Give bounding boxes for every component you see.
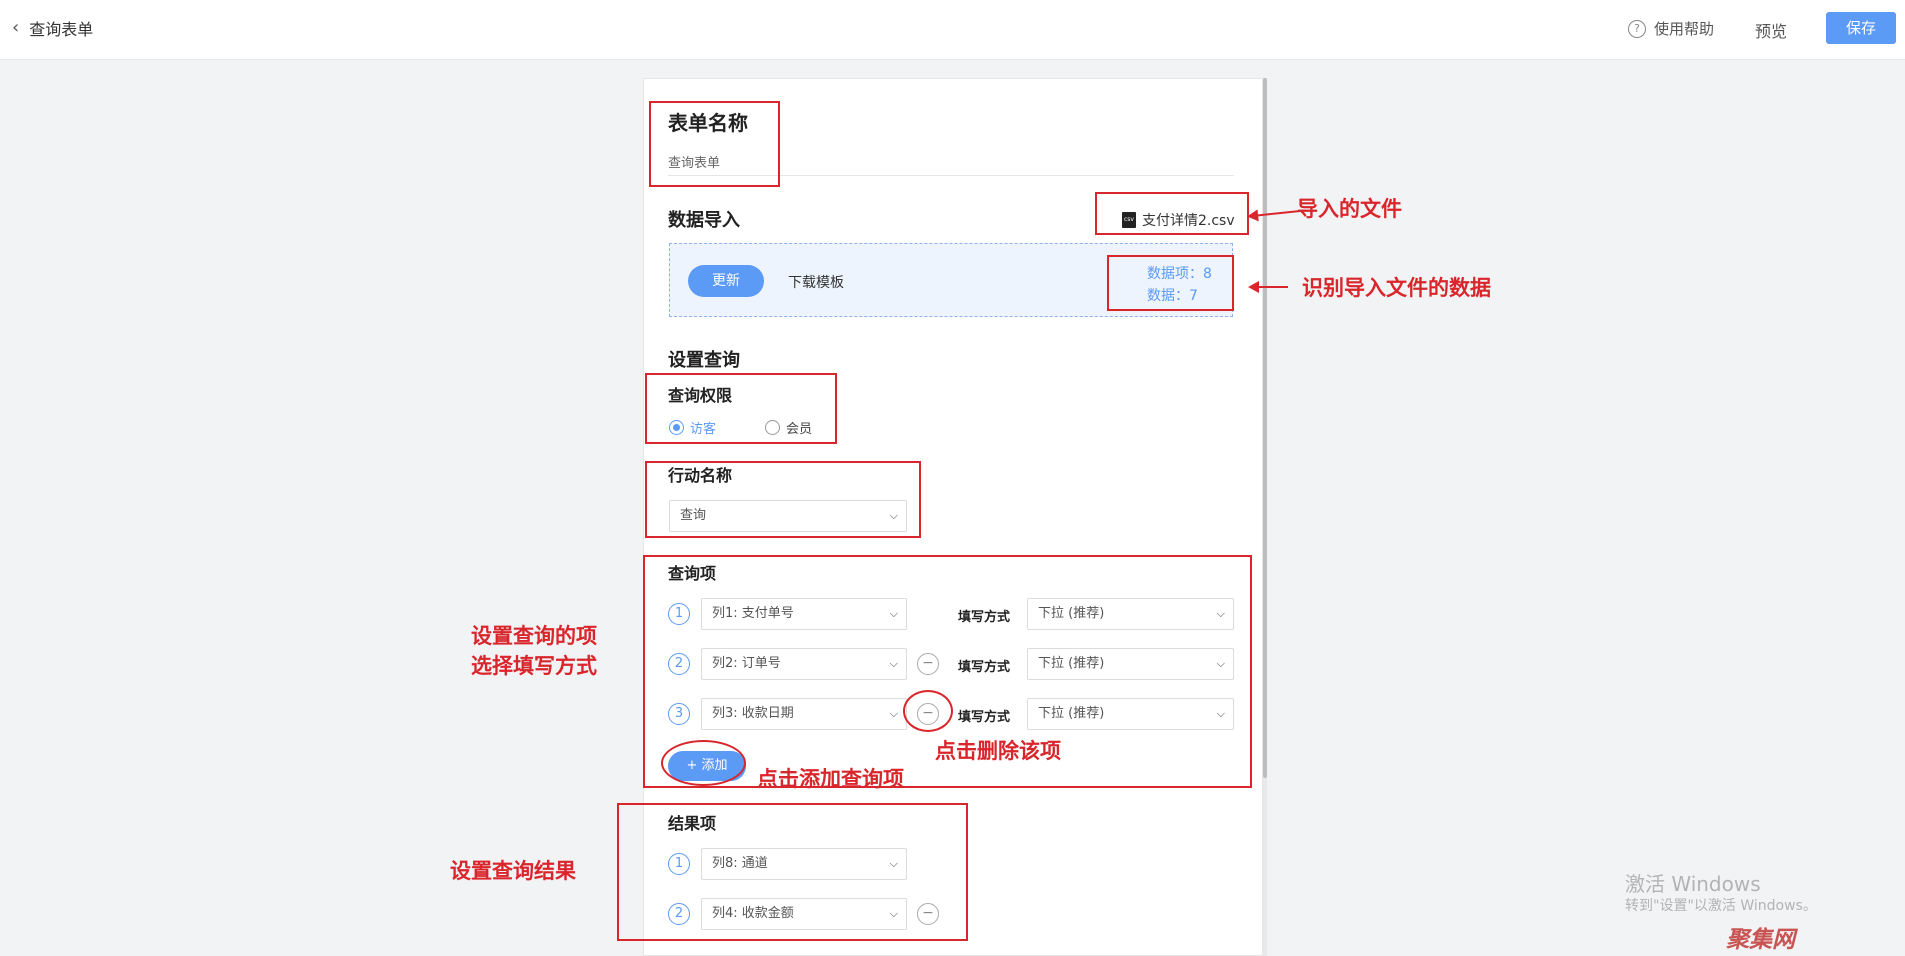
help-label: 使用帮助 [1654,20,1715,38]
annotation-add-item: 点击添加查询项 [757,766,904,791]
annotation-circle [661,740,746,786]
chevron-left-icon: ‹ [12,17,20,38]
annotation-box [1095,192,1249,235]
preview-button[interactable]: 预览 [1755,18,1787,42]
annotation-set-result: 设置查询结果 [450,858,576,883]
help-link[interactable]: ? 使用帮助 [1628,18,1714,39]
annotation-box [1107,255,1234,311]
annotation-delete-item: 点击删除该项 [935,738,1061,763]
windows-activation-hint: 转到"设置"以激活 Windows。 [1625,898,1817,914]
annotation-box [617,803,968,941]
windows-activation-title: 激活 Windows [1625,872,1761,896]
save-button[interactable]: 保存 [1826,12,1896,44]
annotation-box [649,101,780,187]
annotation-imported-file: 导入的文件 [1297,196,1402,221]
annotation-set-query-items: 设置查询的项 [471,623,597,648]
site-logo: 聚集网 [1726,927,1795,953]
back-button[interactable]: ‹ 查询表单 [12,16,93,40]
annotation-box [645,373,837,444]
question-icon: ? [1628,19,1646,38]
update-button[interactable]: 更新 [688,265,764,297]
scrollbar-thumb[interactable] [1263,78,1267,778]
annotation-recognize-data: 识别导入文件的数据 [1302,275,1491,300]
download-template-link[interactable]: 下载模板 [788,272,844,292]
query-settings-title: 设置查询 [668,350,740,371]
back-label: 查询表单 [29,20,94,39]
annotation-circle [903,690,953,732]
data-import-title: 数据导入 [668,210,740,231]
top-bar: ‹ 查询表单 ? 使用帮助 预览 保存 [0,0,1905,60]
annotation-choose-fill-mode: 选择填写方式 [471,653,597,678]
annotation-arrow [1248,281,1288,293]
annotation-box [645,461,921,538]
